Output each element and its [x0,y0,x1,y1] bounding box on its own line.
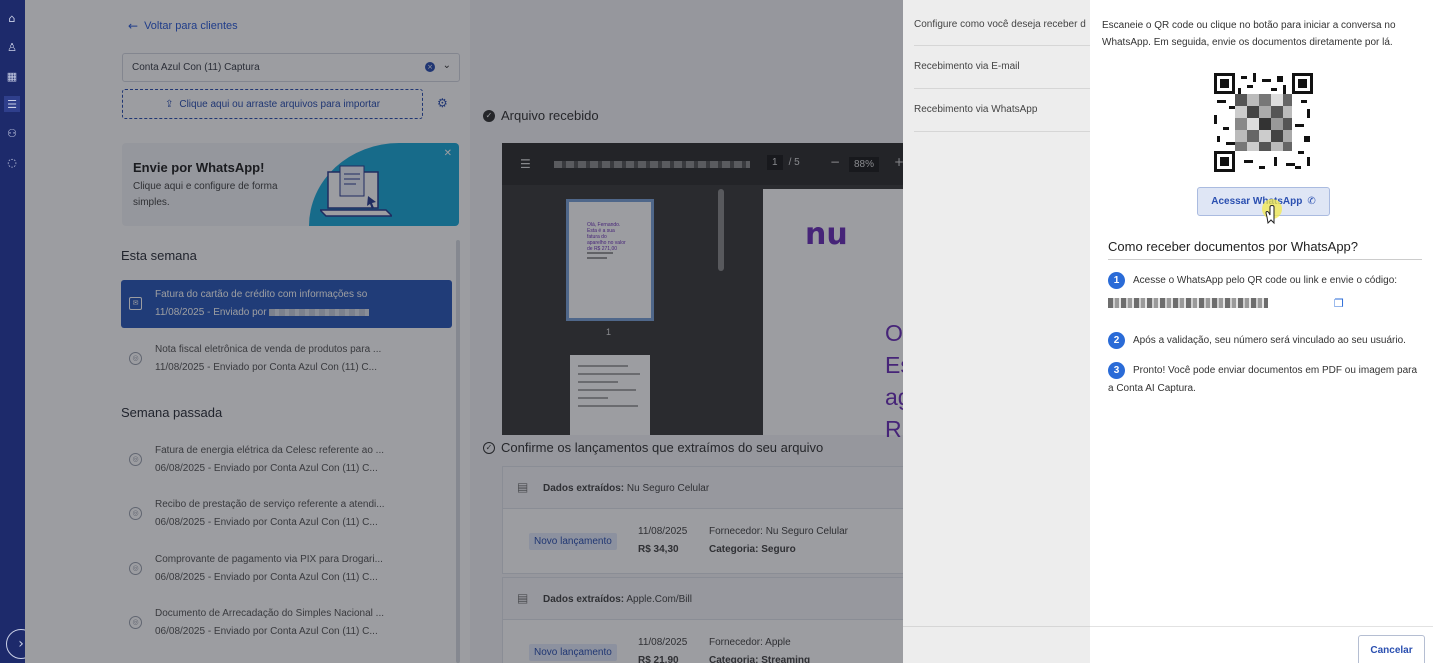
whatsapp-icon: ✆ [1307,196,1316,207]
divider [1090,626,1433,627]
step-number: 3 [1108,362,1125,379]
step-3: 3 Pronto! Você pode enviar documentos em … [1108,362,1418,398]
whatsapp-intro-text: Escaneie o QR code ou clique no botão pa… [1102,20,1396,48]
menu-item-email[interactable]: Recebimento via E-mail [914,61,1090,72]
step-text: Após a validação, seu número será vincul… [1133,335,1406,347]
how-to-title: Como receber documentos por WhatsApp? [1108,239,1359,254]
users-icon[interactable]: ⚇ [4,125,20,141]
step-2: 2 Após a validação, seu número será vincu… [1108,332,1406,350]
step-1: 1 Acesse o WhatsApp pelo QR code ou link … [1108,272,1397,290]
chevron-right-icon: › [18,636,24,652]
divider [914,45,1090,46]
nav-rail: ⌂ ♙ ▦ ☰ ⚇ ◌ › [0,0,36,663]
modal-backdrop[interactable] [25,0,928,663]
step-number: 1 [1108,272,1125,289]
documents-icon[interactable]: ☰ [4,96,20,112]
settings-menu: Configure como você deseja receber d Rec… [903,0,1090,663]
chat-icon[interactable]: ◌ [4,154,20,170]
redacted-code [1108,298,1268,308]
menu-item-whatsapp[interactable]: Recebimento via WhatsApp [914,104,1090,115]
divider [903,626,1090,627]
home-icon[interactable]: ⌂ [4,10,20,26]
step-number: 2 [1108,332,1125,349]
whatsapp-config-panel: Escaneie o QR code ou clique no botão pa… [1090,0,1433,663]
open-whatsapp-label: Acessar WhatsApp [1211,196,1303,207]
step-text: Acesse o WhatsApp pelo QR code ou link e… [1133,275,1398,287]
mouse-cursor-icon [1262,199,1282,225]
divider [1108,259,1422,260]
step-text: Pronto! Você pode enviar documentos em P… [1108,365,1418,395]
user-icon[interactable]: ♙ [4,39,20,55]
cancel-button[interactable]: Cancelar [1358,635,1425,663]
qr-code [1214,73,1313,172]
grid-icon[interactable]: ▦ [4,68,20,84]
settings-intro: Configure como você deseja receber d [914,19,1086,30]
divider [914,88,1090,89]
copy-icon[interactable]: ❐ [1334,297,1344,310]
divider [914,131,1090,132]
